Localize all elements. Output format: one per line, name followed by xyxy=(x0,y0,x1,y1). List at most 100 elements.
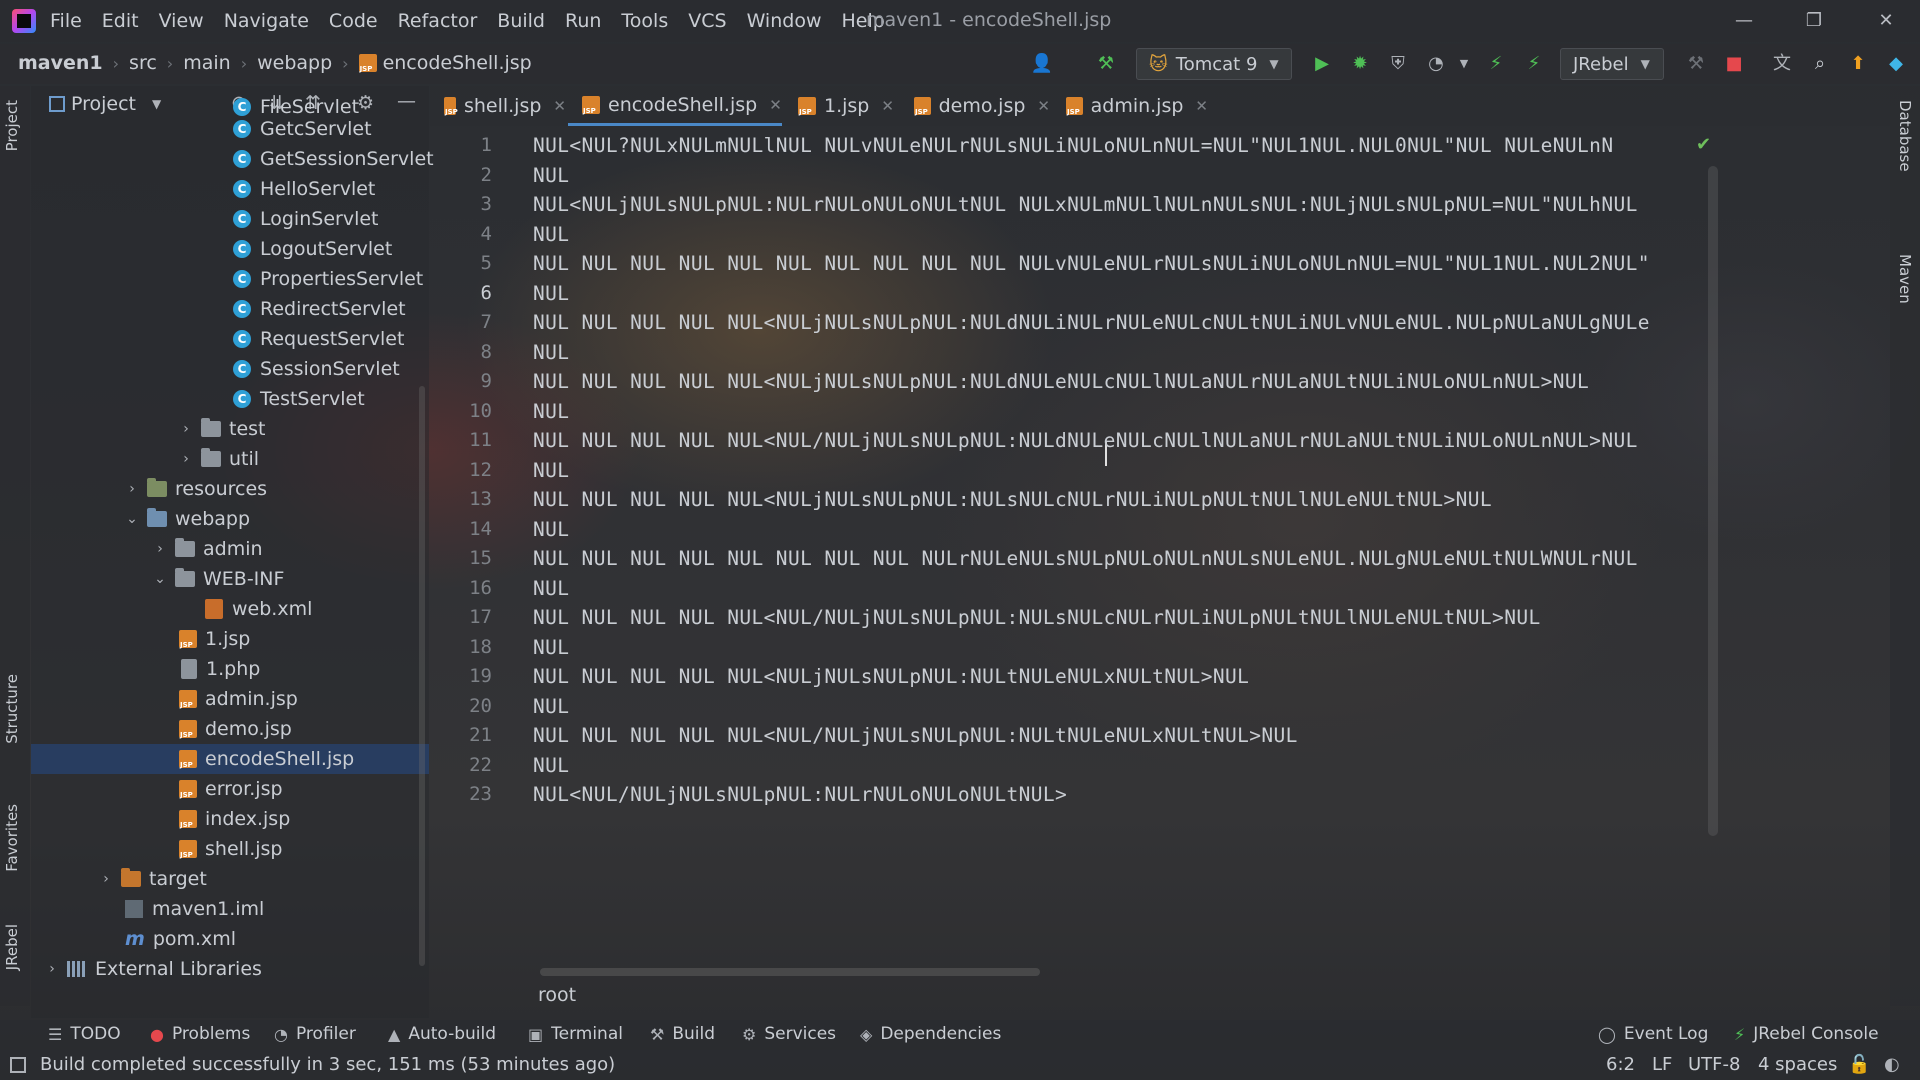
chevron-down-icon[interactable]: ▼ xyxy=(1452,52,1476,76)
favorites-tool-tab[interactable]: Favorites xyxy=(3,804,21,872)
code-line[interactable]: NUL xyxy=(533,223,569,246)
line-number[interactable]: 16 xyxy=(430,577,492,599)
tab-admin-jsp[interactable]: admin.jsp ✕ xyxy=(1052,86,1208,126)
project-tool-tab[interactable]: Project xyxy=(3,100,21,151)
tab-encodeshell-jsp[interactable]: encodeShell.jsp ✕ xyxy=(568,86,782,126)
code-line[interactable]: NUL NUL NUL NUL NUL<NUL/NULjNULsNULpNUL:… xyxy=(533,429,1638,452)
breadcrumb-file[interactable]: encodeShell.jsp xyxy=(383,52,532,74)
tree-item[interactable]: C LogoutServlet xyxy=(31,234,429,264)
tree-item[interactable]: › admin xyxy=(31,534,429,564)
menu-window[interactable]: Window xyxy=(747,10,822,32)
breadcrumb-src[interactable]: src xyxy=(129,52,157,74)
breadcrumb-webapp[interactable]: webapp xyxy=(257,52,332,74)
line-number[interactable]: 4 xyxy=(430,223,492,245)
chevron-right-icon[interactable]: › xyxy=(151,541,169,557)
coverage-icon[interactable]: ⛨ xyxy=(1386,52,1410,76)
code-line[interactable]: NUL xyxy=(533,695,569,718)
run-icon[interactable]: ▶ xyxy=(1310,52,1334,76)
code-line[interactable]: NUL xyxy=(533,459,569,482)
code-line[interactable]: NUL NUL NUL NUL NUL<NULjNULsNULpNUL:NULd… xyxy=(533,311,1650,334)
stop-icon[interactable]: ■ xyxy=(1722,52,1746,76)
menu-navigate[interactable]: Navigate xyxy=(224,10,309,32)
tab-demo-jsp[interactable]: demo.jsp ✕ xyxy=(900,86,1050,126)
tree-item[interactable]: C GetSessionServlet xyxy=(31,144,434,174)
line-number[interactable]: 6 xyxy=(430,282,492,304)
project-panel-scrollbar[interactable] xyxy=(419,386,425,966)
indent-setting[interactable]: 4 spaces xyxy=(1758,1054,1837,1075)
close-window-button[interactable]: ✕ xyxy=(1866,6,1906,36)
tree-item[interactable]: m pom.xml xyxy=(31,924,429,954)
tree-item[interactable]: shell.jsp xyxy=(31,834,429,864)
tree-item[interactable]: admin.jsp xyxy=(31,684,429,714)
lock-icon[interactable]: 🔓 xyxy=(1848,1054,1870,1075)
dependencies-tool-button[interactable]: ◈ Dependencies xyxy=(860,1024,1001,1044)
tree-item[interactable]: C TestServlet xyxy=(31,384,429,414)
line-number[interactable]: 18 xyxy=(430,636,492,658)
chevron-right-icon[interactable]: › xyxy=(97,871,115,887)
tree-item[interactable]: index.jsp xyxy=(31,804,429,834)
problems-tool-button[interactable]: ● Problems xyxy=(150,1024,250,1044)
code-line[interactable]: NUL<NUL/NULjNULsNULpNUL:NULrNULoNULoNULt… xyxy=(533,783,1067,806)
services-tool-button[interactable]: ⚙ Services xyxy=(742,1024,836,1044)
tab-1-jsp[interactable]: 1.jsp ✕ xyxy=(784,86,898,126)
code-line[interactable]: NUL NUL NUL NUL NUL<NULjNULsNULpNUL:NULd… xyxy=(533,370,1589,393)
jrebel-dropdown[interactable]: JRebel ▼ xyxy=(1560,48,1664,80)
profiler-tool-button[interactable]: ◔ Profiler xyxy=(274,1024,356,1044)
toggle-tool-windows-icon[interactable] xyxy=(10,1057,26,1073)
code-editor[interactable]: NUL<NUL?NULxNULmNULlNUL NULvNULeNULrNULs… xyxy=(533,126,1723,980)
tree-item[interactable]: › target xyxy=(31,864,429,894)
tree-item[interactable]: 1.jsp xyxy=(31,624,429,654)
close-tab-icon[interactable]: ✕ xyxy=(881,97,894,115)
line-number[interactable]: 8 xyxy=(430,341,492,363)
user-icon[interactable]: 👤 xyxy=(1030,52,1054,76)
menu-view[interactable]: View xyxy=(159,10,204,32)
breadcrumb-project[interactable]: maven1 xyxy=(18,52,103,74)
run-configuration-dropdown[interactable]: 🐱 Tomcat 9 ▼ xyxy=(1136,48,1292,80)
minimize-button[interactable]: — xyxy=(1724,6,1764,36)
chevron-down-icon[interactable]: ⌄ xyxy=(123,511,141,527)
code-line[interactable]: NUL<NULjNULsNULpNUL:NULrNULoNULoNULtNUL … xyxy=(533,193,1638,216)
translate-icon[interactable]: 文 xyxy=(1770,52,1794,76)
line-number[interactable]: 1 xyxy=(430,134,492,156)
close-tab-icon[interactable]: ✕ xyxy=(769,96,782,114)
tree-item[interactable]: error.jsp xyxy=(31,774,429,804)
line-number[interactable]: 5 xyxy=(430,252,492,274)
line-number[interactable]: 20 xyxy=(430,695,492,717)
code-line[interactable]: NUL xyxy=(533,754,569,777)
jrebel-tool-tab[interactable]: JRebel xyxy=(3,924,21,970)
line-number[interactable]: 15 xyxy=(430,547,492,569)
line-number[interactable]: 11 xyxy=(430,429,492,451)
breadcrumb-main[interactable]: main xyxy=(183,52,230,74)
line-number[interactable]: 2 xyxy=(430,164,492,186)
code-line[interactable]: NUL NUL NUL NUL NUL<NUL/NULjNULsNULpNUL:… xyxy=(533,724,1298,747)
tab-shell-jsp[interactable]: shell.jsp ✕ xyxy=(430,86,566,126)
menu-code[interactable]: Code xyxy=(329,10,378,32)
line-number[interactable]: 3 xyxy=(430,193,492,215)
maven-tool-tab[interactable]: Maven xyxy=(1896,254,1914,304)
code-line[interactable]: NUL xyxy=(533,518,569,541)
tree-item[interactable]: › test xyxy=(31,414,429,444)
line-number[interactable]: 19 xyxy=(430,665,492,687)
build-tool-button[interactable]: ⚒ Build xyxy=(650,1024,715,1044)
close-tab-icon[interactable]: ✕ xyxy=(1037,97,1050,115)
inspection-ok-icon[interactable]: ✔ xyxy=(1696,134,1711,155)
memory-indicator-icon[interactable]: ◐ xyxy=(1884,1054,1900,1075)
event-log-tool-button[interactable]: ◯ Event Log xyxy=(1598,1024,1708,1044)
code-line[interactable]: NUL NUL NUL NUL NUL NUL NUL NUL NUL NUL … xyxy=(533,252,1650,275)
auto-build-tool-button[interactable]: ▲ Auto-build xyxy=(388,1024,496,1044)
editor-vertical-scrollbar[interactable] xyxy=(1708,166,1718,836)
tree-item[interactable]: C LoginServlet xyxy=(31,204,429,234)
code-line[interactable]: NUL NUL NUL NUL NUL<NUL/NULjNULsNULpNUL:… xyxy=(533,606,1541,629)
code-line[interactable]: NUL xyxy=(533,164,569,187)
line-number[interactable]: 17 xyxy=(430,606,492,628)
menu-edit[interactable]: Edit xyxy=(102,10,139,32)
terminal-tool-button[interactable]: ▣ Terminal xyxy=(528,1024,623,1044)
jrebel-debug-icon[interactable]: ⚡ xyxy=(1522,52,1546,76)
search-icon[interactable]: ⌕ xyxy=(1808,52,1832,76)
chevron-right-icon[interactable]: › xyxy=(177,421,195,437)
chevron-right-icon[interactable]: › xyxy=(177,451,195,467)
build-hammer-icon[interactable]: ⚒ xyxy=(1094,52,1118,76)
tree-item[interactable]: C HelloServlet xyxy=(31,174,429,204)
code-line[interactable]: NUL xyxy=(533,577,569,600)
menu-build[interactable]: Build xyxy=(497,10,545,32)
